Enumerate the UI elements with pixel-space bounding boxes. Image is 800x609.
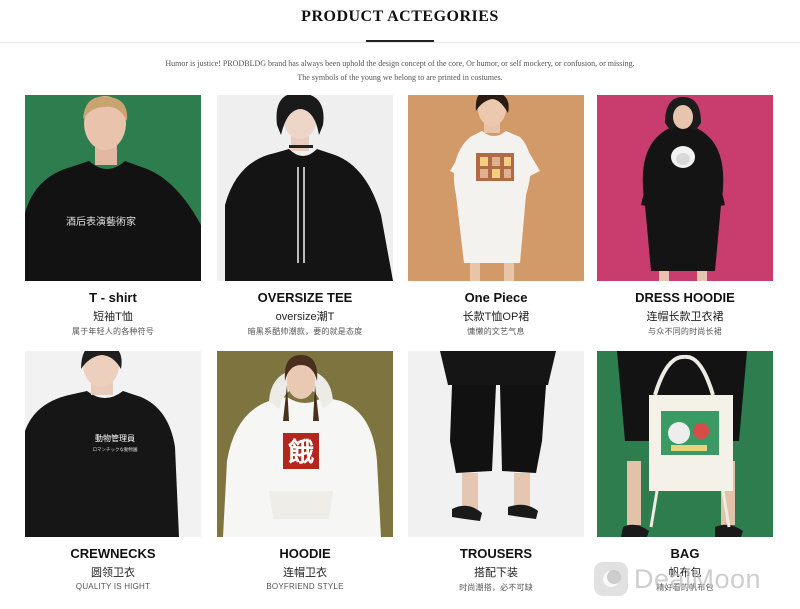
- category-desc: 暗黑系酷帅潮款，要的就是态度: [247, 327, 363, 336]
- category-subtitle: 连帽卫衣: [283, 567, 327, 579]
- category-image-one-piece[interactable]: [408, 95, 584, 281]
- dealmoon-logo-icon: [594, 562, 628, 596]
- category-subtitle: 短袖T恤: [93, 311, 133, 323]
- category-image-tshirt[interactable]: 酒后表演藝術家: [25, 95, 201, 281]
- category-subtitle: 圆领卫衣: [91, 567, 135, 579]
- header-divider: [0, 42, 800, 43]
- category-title[interactable]: T - shirt: [25, 290, 201, 305]
- category-title[interactable]: One Piece: [408, 290, 584, 305]
- category-desc: BOYFRIEND STYLE: [266, 582, 344, 591]
- crewneck-print-subtext: ロマンチックな動物園: [93, 446, 138, 453]
- category-title[interactable]: CREWNECKS: [25, 546, 201, 561]
- category-image-hoodie[interactable]: 餓: [217, 351, 393, 537]
- category-image-trousers[interactable]: [408, 351, 584, 537]
- category-subtitle: 搭配下装: [474, 567, 518, 579]
- category-title[interactable]: TROUSERS: [408, 546, 584, 561]
- intro-line-2: The symbols of the young we belong to ar…: [297, 73, 503, 82]
- category-desc: 属于年轻人的各种符号: [72, 327, 154, 336]
- category-desc: 慵懒的文艺气息: [467, 327, 525, 336]
- intro-line-1: Humor is justice! PRODBLDG brand has alw…: [165, 59, 635, 68]
- category-subtitle: 连帽长款卫衣裙: [646, 311, 724, 323]
- intro-text: Humor is justice! PRODBLDG brand has alw…: [60, 57, 740, 85]
- category-title[interactable]: DRESS HOODIE: [597, 290, 773, 305]
- category-image-dress-hoodie[interactable]: [597, 95, 773, 281]
- tshirt-print-text: 酒后表演藝術家: [66, 215, 136, 228]
- watermark: DealMoon: [594, 560, 794, 602]
- category-desc: 与众不同的时尚长裙: [648, 327, 722, 336]
- category-title[interactable]: HOODIE: [217, 546, 393, 561]
- category-title[interactable]: BAG: [597, 546, 773, 561]
- category-subtitle: oversize潮T: [275, 311, 335, 323]
- category-desc: QUALITY IS HIGHT: [75, 582, 151, 591]
- crewneck-print-text: 動物管理員: [95, 433, 135, 443]
- category-image-bag[interactable]: [597, 351, 773, 537]
- category-image-oversize-tee[interactable]: [217, 95, 393, 281]
- category-subtitle: 长款T恤OP裙: [462, 311, 530, 323]
- category-image-crewnecks[interactable]: 動物管理員 ロマンチックな動物園: [25, 351, 201, 537]
- watermark-text: DealMoon: [634, 564, 762, 594]
- category-title[interactable]: OVERSIZE TEE: [217, 290, 393, 305]
- hoodie-print-text: 餓: [288, 437, 314, 468]
- page-title: PRODUCT ACTEGORIES: [301, 8, 499, 25]
- category-desc: 时尚潮搭，必不可缺: [459, 583, 533, 592]
